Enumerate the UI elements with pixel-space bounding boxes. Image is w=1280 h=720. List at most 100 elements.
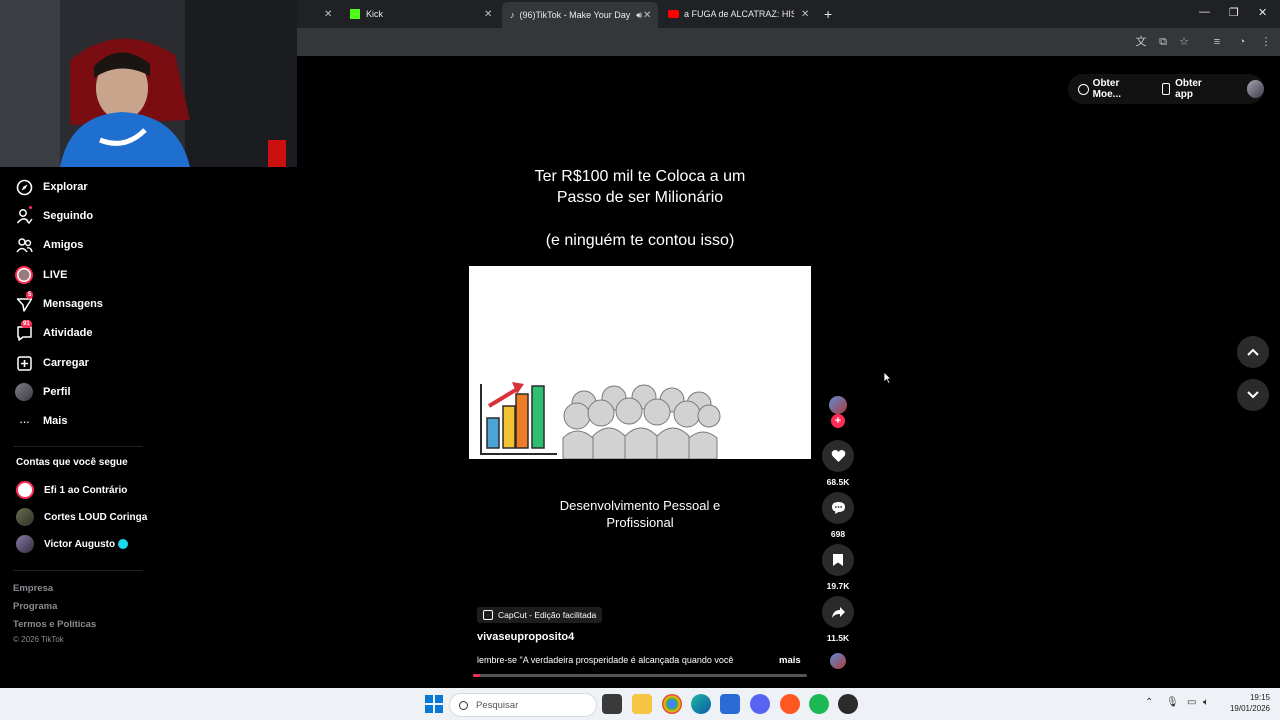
webcam-overlay [0, 0, 297, 167]
share-button[interactable] [822, 596, 854, 628]
friends-icon [14, 235, 34, 255]
get-coins-label: Obter Moe... [1092, 78, 1122, 100]
new-tab-button[interactable]: + [824, 4, 832, 24]
install-app-icon[interactable]: ⧉ [1155, 34, 1171, 50]
sidebar-item-label: Explorar [43, 181, 88, 193]
more-icon: ··· [19, 413, 30, 429]
account-avatar [16, 535, 34, 553]
restore-icon[interactable]: ❐ [1229, 6, 1239, 19]
taskbar-clock[interactable]: 19:15 19/01/2026 [1222, 692, 1270, 714]
subtitle-line: Desenvolvimento Pessoal e [559, 498, 721, 513]
video-caption-line: Passo de ser Milionário [556, 189, 724, 206]
sidebar-item-label: Atividade [43, 327, 93, 339]
following-account[interactable]: Cortes LOUD Coringa [16, 508, 147, 526]
save-button[interactable] [822, 544, 854, 576]
more-button[interactable]: mais [779, 655, 801, 666]
comment-button[interactable] [822, 492, 854, 524]
video-subtitle: Desenvolvimento Pessoal e Profissional [500, 497, 780, 531]
account-name: Cortes LOUD Coringa [44, 511, 148, 523]
minimize-icon[interactable]: — [1199, 6, 1210, 18]
sidebar-item-carregar[interactable]: Carregar [14, 352, 89, 374]
coin-icon [1078, 83, 1089, 95]
chevron-down-icon [1247, 391, 1259, 399]
sidebar-item-explorar[interactable]: Explorar [14, 176, 88, 198]
sidebar-item-mensagens[interactable]: 5 Mensagens [14, 291, 103, 315]
sidebar-item-label: Seguindo [43, 210, 94, 222]
sidebar-item-mais[interactable]: ··· Mais [14, 410, 67, 432]
tray-chevron-up-icon[interactable]: ⌃ [1145, 697, 1153, 708]
app-icon[interactable] [838, 694, 858, 714]
following-account[interactable]: Efi 1 ao Contrário [16, 481, 127, 499]
mouse-cursor-icon [883, 371, 892, 384]
footer-link-programa[interactable]: Programa [13, 601, 57, 612]
close-window-icon[interactable]: ✕ [1258, 6, 1267, 19]
capcut-tag[interactable]: CapCut - Edição facilitada [477, 607, 603, 623]
share-count: 11.5K [826, 633, 850, 643]
tab-tiktok[interactable]: ♪ (96)TikTok - Make Your Day 🔊︎ ✕ [502, 2, 658, 28]
sidebar-item-label: Mensagens [43, 298, 103, 310]
video-author[interactable]: vivaseuproposito4 [477, 631, 574, 643]
store-icon[interactable] [720, 694, 740, 714]
speaker-icon[interactable]: 🔊︎ [636, 10, 642, 21]
live-icon [14, 265, 34, 285]
microphone-icon[interactable]: 🎙︎ [1166, 697, 1179, 708]
next-video-button[interactable] [1237, 379, 1269, 411]
file-explorer-icon[interactable] [632, 694, 652, 714]
clock-date: 19/01/2026 [1229, 704, 1270, 713]
sidebar-item-atividade[interactable]: 91 Atividade [14, 320, 93, 344]
app-icon[interactable] [780, 694, 800, 714]
close-icon[interactable]: ✕ [643, 10, 651, 21]
taskbar-search[interactable]: Pesquisar [449, 693, 597, 717]
like-button[interactable] [822, 440, 854, 472]
close-icon[interactable]: ✕ [484, 9, 492, 20]
profile-avatar [14, 382, 34, 402]
network-icon[interactable]: ▭ [1187, 697, 1196, 708]
media-control-icon[interactable]: ≡ [1209, 34, 1225, 50]
following-account[interactable]: Victor Augusto [16, 535, 129, 553]
footer-link-empresa[interactable]: Empresa [13, 583, 53, 594]
divider [13, 570, 143, 571]
previous-video-button[interactable] [1237, 336, 1269, 368]
windows-start-icon[interactable] [425, 695, 443, 713]
tab-youtube[interactable]: a FUGA de ALCATRAZ: HISTÓRI ✕ [662, 4, 812, 24]
browser-menu-icon[interactable]: ⋮ [1258, 34, 1274, 50]
video-progress-bar[interactable] [473, 674, 807, 677]
messages-icon: 5 [14, 291, 34, 314]
creator-avatar[interactable] [829, 396, 847, 414]
bookmark-star-icon[interactable]: ☆ [1176, 34, 1192, 50]
translate-icon[interactable]: 文 [1133, 34, 1149, 50]
sidebar-item-perfil[interactable]: Perfil [14, 381, 71, 403]
close-icon[interactable]: ✕ [801, 9, 809, 20]
share-icon [831, 606, 845, 618]
comment-icon [831, 502, 845, 514]
discord-icon[interactable] [750, 694, 770, 714]
video-caption-line: (e ninguém te contou isso) [545, 232, 735, 249]
spotify-icon[interactable] [809, 694, 829, 714]
sidebar-item-seguindo[interactable]: Seguindo [14, 205, 93, 227]
task-view-icon[interactable] [602, 694, 622, 714]
user-avatar[interactable] [1246, 80, 1265, 98]
sidebar-item-live[interactable]: LIVE [14, 264, 67, 286]
youtube-icon [668, 10, 679, 18]
music-disc-icon[interactable] [830, 653, 846, 669]
account-avatar [16, 481, 34, 499]
follow-plus-icon[interactable]: + [831, 414, 845, 428]
crowd-illustration [562, 384, 721, 460]
profile-icon[interactable]: ◔ [1234, 34, 1250, 50]
get-coins-button[interactable]: Obter Moe... [1078, 78, 1148, 100]
following-icon [14, 206, 34, 226]
following-section-title: Contas que você segue [16, 457, 128, 468]
tab-kick[interactable]: Kick ✕ [342, 4, 498, 24]
footer-link-termos[interactable]: Termos e Políticas [13, 619, 96, 630]
edge-icon[interactable] [691, 694, 711, 714]
sidebar-item-label: Mais [43, 415, 68, 427]
account-name: Efi 1 ao Contrário [44, 484, 128, 496]
copyright-text: © 2026 TikTok [13, 635, 64, 644]
get-app-button[interactable]: Obter app [1162, 78, 1220, 100]
verified-badge-icon [118, 539, 129, 549]
sidebar-item-amigos[interactable]: Amigos [14, 234, 83, 256]
volume-icon[interactable]: 🔈︎ [1203, 697, 1209, 708]
chrome-icon[interactable] [662, 694, 682, 714]
clock-time: 19:15 [1249, 693, 1270, 702]
kick-icon [350, 9, 360, 19]
